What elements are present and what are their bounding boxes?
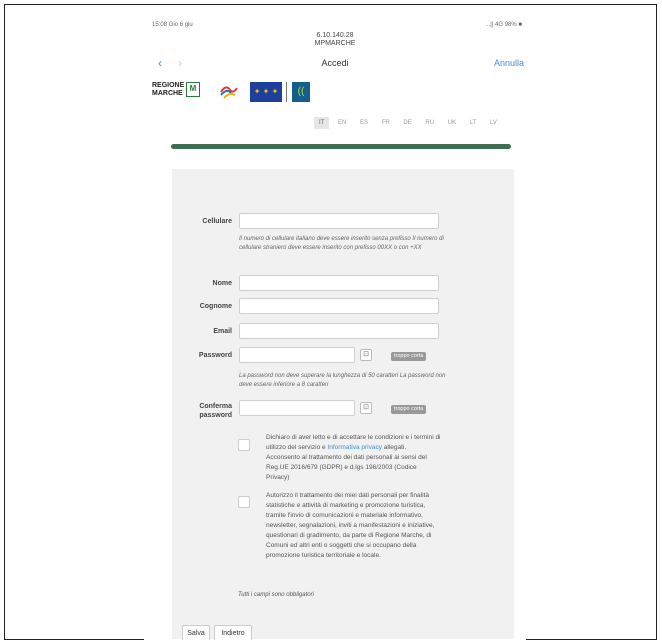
logo-divider <box>286 82 287 102</box>
conferma-strength-badge: troppo corta <box>391 405 427 414</box>
status-bar: 15:08 Gio 6 giu ..|| 4G 98% ■ <box>152 22 522 32</box>
lang-de[interactable]: DE <box>398 117 416 129</box>
cancel-button[interactable]: Annulla <box>494 58 524 68</box>
email-label: Email <box>213 328 232 335</box>
lang-lv[interactable]: LV <box>485 117 502 129</box>
tablet-screen: 15:08 Gio 6 giu ..|| 4G 98% ■ 6.10.140.2… <box>144 20 526 640</box>
wifi-logo-icon: (( <box>292 82 310 102</box>
lang-en[interactable]: EN <box>333 117 351 129</box>
cognome-input[interactable] <box>239 298 439 314</box>
email-input[interactable] <box>239 323 439 339</box>
language-selector: IT EN ES FR DE RU UK LT LV <box>314 117 504 129</box>
tourism-logo-icon <box>220 86 238 99</box>
nome-label: Nome <box>212 280 232 287</box>
privacy-link[interactable]: Informativa privacy <box>327 444 382 451</box>
lang-uk[interactable]: UK <box>443 117 461 129</box>
conferma-password-input[interactable] <box>239 400 355 416</box>
eu-flag-icon: ✦ ✦ ✦ <box>250 82 282 102</box>
lang-es[interactable]: ES <box>355 117 373 129</box>
header-divider <box>171 144 511 149</box>
save-button[interactable]: Salva <box>182 625 210 640</box>
nome-input[interactable] <box>239 275 439 291</box>
address-bar[interactable]: 6.10.140.28 MPMARCHE <box>144 32 526 48</box>
conferma-password-label: Conferma password <box>199 403 232 419</box>
lang-ru[interactable]: RU <box>420 117 439 129</box>
page-title: Accedi <box>321 58 349 68</box>
cellulare-label: Cellulare <box>202 218 232 225</box>
address-ip: 6.10.140.28 <box>316 32 354 39</box>
logo-strip: REGIONE MARCHE M ✦ ✦ ✦ (( <box>152 80 332 106</box>
show-password-icon[interactable]: ⊡ <box>360 349 372 361</box>
marketing-checkbox[interactable] <box>238 496 250 508</box>
marche-emblem-icon: M <box>186 82 200 97</box>
registration-form: Cellulare Il numero di cellulare italian… <box>172 169 514 640</box>
password-strength-badge: troppo corta <box>391 352 427 361</box>
navigation-bar: ‹ › Accedi Annulla <box>144 56 526 72</box>
status-battery: ..|| 4G 98% ■ <box>486 22 522 28</box>
lang-lt[interactable]: LT <box>465 117 482 129</box>
cellulare-hint: Il numero di cellulare italiano deve ess… <box>239 236 444 251</box>
cellulare-input[interactable] <box>239 213 439 229</box>
status-time-date: 15:08 Gio 6 giu <box>152 22 193 28</box>
address-host: MPMARCHE <box>314 40 356 47</box>
lang-it[interactable]: IT <box>314 117 330 129</box>
cognome-label: Cognome <box>199 303 232 310</box>
marketing-consent-text: Autorizzo il trattamento dei miei dati p… <box>266 492 435 559</box>
terms-consent-text: Dichiaro di aver letto e di accettare le… <box>266 434 441 481</box>
password-input[interactable] <box>239 347 355 363</box>
password-hint: La password non deve superare la lunghez… <box>239 373 446 388</box>
required-fields-note: Tutti i campi sono obbligatori <box>238 592 314 598</box>
terms-checkbox[interactable] <box>238 439 250 451</box>
lang-fr[interactable]: FR <box>377 117 395 129</box>
password-label: Password <box>198 352 232 359</box>
back-button[interactable]: Indietro <box>214 625 252 640</box>
regione-marche-logo: REGIONE MARCHE M <box>152 82 200 98</box>
show-conferma-password-icon[interactable]: ⊡ <box>360 402 372 414</box>
